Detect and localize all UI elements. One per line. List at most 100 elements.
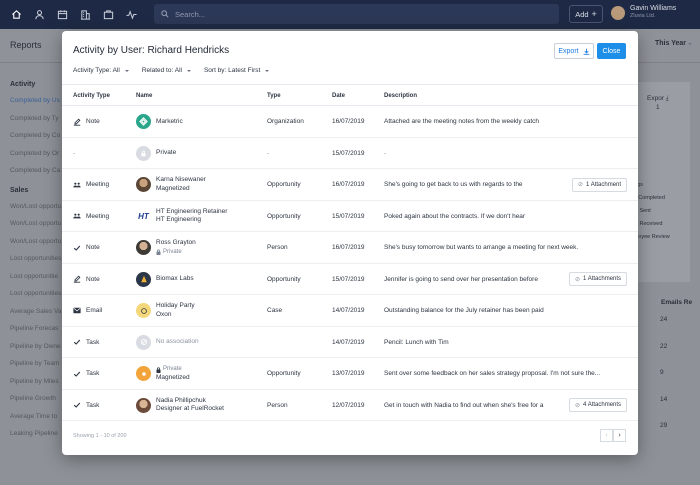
column-header-name[interactable]: Name — [136, 93, 152, 99]
table-row[interactable]: Email Holiday Party Oxon Case 14/07/2019 … — [62, 295, 638, 327]
related-type: Opportunity — [267, 212, 301, 220]
user-company: Zluvia Ltd. — [630, 13, 656, 19]
table-cell: 24 — [660, 316, 668, 323]
row-name[interactable]: Nadia Phillipchuk — [156, 397, 224, 406]
row-date: 13/07/2019 — [332, 370, 365, 378]
sort-by-filter[interactable]: Sort by: Latest First — [204, 67, 270, 74]
paperclip-icon: ⊘ — [575, 402, 581, 409]
column-header-date[interactable]: Date — [332, 93, 345, 99]
row-description: She's busy tomorrow but wants to arrange… — [384, 244, 579, 252]
close-button[interactable]: Close — [597, 43, 626, 59]
sidebar-item[interactable]: Pipeline by Team — [10, 360, 70, 378]
related-type: Opportunity — [267, 275, 301, 283]
period-dropdown[interactable]: This Year — [655, 40, 693, 47]
sidebar-item[interactable]: Pipeline by Owne — [10, 343, 70, 361]
attachment-button[interactable]: ⊘ 4 Attachments — [569, 398, 628, 413]
table-row[interactable]: Note Marketric Organization 16/07/2019 A… — [62, 106, 638, 138]
row-name[interactable]: Biomax Labs — [156, 275, 194, 284]
calendar-icon[interactable] — [54, 7, 70, 23]
sidebar-item[interactable]: Average Sales Va — [10, 308, 70, 326]
activity-type-label: Task — [86, 338, 100, 346]
sidebar-item[interactable]: Completed by Ty — [10, 115, 70, 133]
background-table: Emails Re 24 22 9 14 29 — [632, 299, 700, 449]
sidebar-item[interactable]: Pipeline by Miles — [10, 378, 70, 396]
search-placeholder: Search... — [175, 9, 206, 19]
sidebar-item[interactable]: Completed by Ca — [10, 167, 70, 185]
person-icon[interactable] — [31, 7, 47, 23]
row-name[interactable]: HT Engineering Retainer — [156, 208, 227, 217]
next-page-button[interactable]: › — [613, 429, 626, 442]
sidebar-section-sales: Sales — [10, 186, 29, 194]
table-cell: 14 — [660, 395, 668, 403]
attachment-button[interactable]: ⊘ 1 Attachment — [572, 177, 628, 192]
email-icon — [73, 307, 81, 315]
sidebar-item[interactable]: Completed by Us — [10, 97, 70, 115]
table-row[interactable]: Note Biomax Labs Opportunity 15/07/2019 … — [62, 264, 638, 295]
export-button[interactable]: Export — [554, 43, 594, 59]
activity-type-label: Note — [86, 118, 100, 126]
chevron-down-icon — [688, 43, 693, 45]
related-type: Person — [267, 244, 288, 252]
chevron-down-icon — [186, 69, 191, 72]
plus-icon: + — [591, 9, 597, 19]
avatar — [136, 177, 151, 193]
add-button[interactable]: Add + — [569, 5, 603, 23]
row-description: Outstanding balance for the July retaine… — [384, 307, 544, 315]
related-to-filter[interactable]: Related to: All — [142, 67, 191, 74]
activity-type-label: Email — [86, 307, 103, 315]
sidebar-item[interactable]: Pipeline Forecas — [10, 325, 70, 343]
table-row[interactable]: Note Ross Grayton Private Person 16/07/20… — [62, 232, 638, 264]
sidebar-item[interactable]: Lost opportunities — [10, 290, 70, 308]
row-description: Jennifer is going to send over her prese… — [384, 275, 538, 283]
user-menu[interactable]: Gavin Williams Zluvia Ltd. — [611, 5, 676, 20]
avatar — [611, 5, 625, 20]
table-row[interactable]: Task Nadia Phillipchuk Designer at FuelRo… — [62, 390, 638, 421]
column-header-type[interactable]: Type — [267, 93, 281, 99]
user-name: Gavin Williams — [630, 5, 677, 12]
row-name[interactable]: Karna Nisewaner — [156, 176, 206, 185]
prev-page-button[interactable]: ‹ — [600, 429, 613, 442]
row-name[interactable]: Marketric — [156, 118, 183, 127]
building-icon[interactable] — [77, 7, 93, 23]
sidebar-item[interactable]: Average Time to — [10, 413, 70, 431]
sidebar-item[interactable]: Won/Lost opportu — [10, 220, 70, 238]
row-description: Poked again about the contracts. If we d… — [384, 212, 526, 220]
row-name[interactable]: Ross Grayton — [156, 239, 196, 248]
top-nav-bar: Search... Add + Gavin Williams Zluvia Lt… — [0, 0, 700, 29]
sidebar-item[interactable]: Leaking Pipeline — [10, 430, 70, 448]
home-icon[interactable] — [8, 7, 24, 23]
paperclip-icon: ⊘ — [578, 182, 584, 189]
search-bar[interactable]: Search... — [154, 4, 559, 24]
modal-title: Activity by User: Richard Hendricks — [73, 45, 230, 56]
sidebar-item[interactable]: Completed by Or — [10, 150, 70, 168]
column-header-description[interactable]: Description — [384, 93, 417, 99]
table-row[interactable]: Meeting HT HT Engineering Retainer HT Eng… — [62, 201, 638, 232]
pagination-summary: Showing 1 - 10 of 200 — [73, 433, 127, 439]
background-export-button[interactable]: Expor ⤓ 1 — [647, 94, 669, 112]
lock-icon — [156, 366, 161, 373]
sidebar-item[interactable]: Won/Lost opportu — [10, 203, 70, 221]
sidebar-item[interactable]: Completed by Co — [10, 132, 70, 150]
table-row[interactable]: Task Private Magnetized Opportunity 13/07… — [62, 358, 638, 390]
blocked-icon — [140, 339, 147, 346]
row-name[interactable]: Holiday Party — [156, 302, 195, 311]
sidebar-item[interactable]: Lost opportunities — [10, 255, 70, 273]
attachment-button[interactable]: ⊘ 1 Attachments — [569, 272, 628, 287]
sidebar-section-activity: Activity — [10, 81, 36, 88]
sidebar-item[interactable]: Won/Lost opportu — [10, 238, 70, 256]
table-row[interactable]: Task No association 14/07/2019 Pencil: L… — [62, 327, 638, 358]
sidebar-item[interactable]: Lost opportunitie — [10, 273, 70, 291]
check-icon — [73, 370, 81, 378]
table-row[interactable]: - Private - 15/07/2019 - — [62, 138, 638, 169]
table-cell: 9 — [660, 369, 664, 376]
avatar — [136, 240, 151, 256]
related-type: Opportunity — [267, 181, 301, 189]
no-association-avatar — [136, 334, 151, 350]
briefcase-icon[interactable] — [100, 7, 116, 23]
activity-type-filter[interactable]: Activity Type: All — [73, 67, 129, 74]
column-header-activity-type[interactable]: Activity Type — [73, 93, 110, 99]
row-subtitle: Oxon — [156, 310, 172, 318]
table-row[interactable]: Meeting Karna Nisewaner Magnetized Opport… — [62, 169, 638, 201]
sidebar-item[interactable]: Pipeline Growth — [10, 395, 70, 413]
activity-icon[interactable] — [123, 7, 139, 23]
